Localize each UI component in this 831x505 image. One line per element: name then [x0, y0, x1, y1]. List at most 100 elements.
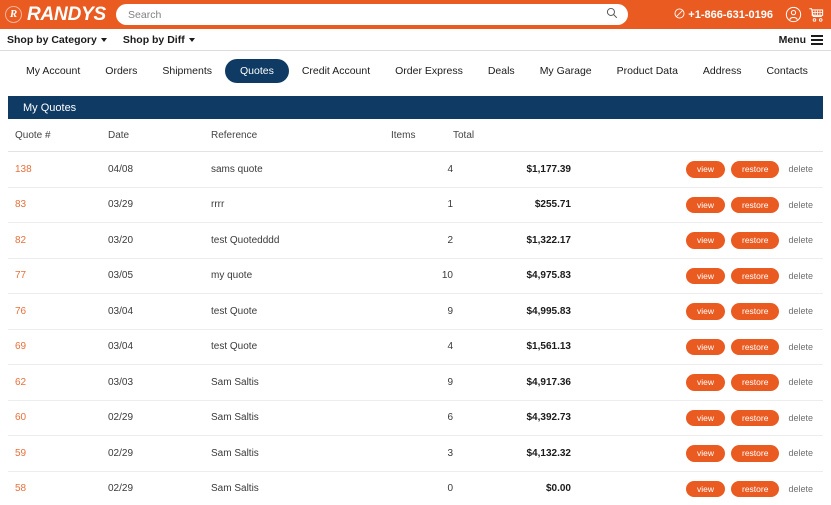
cell-actions: view restore delete — [571, 258, 823, 294]
cell-reference: my quote — [211, 258, 391, 294]
cell-items: 2 — [391, 222, 453, 259]
restore-button[interactable]: restore — [731, 445, 780, 462]
table-row: 58 02/29 Sam Saltis 0 $0.00 view restore delete — [8, 471, 823, 505]
tab-orders[interactable]: Orders — [93, 60, 149, 83]
cart-icon[interactable] — [808, 6, 825, 23]
search-icon[interactable] — [606, 6, 618, 24]
quote-number-link[interactable]: 77 — [15, 270, 26, 281]
tab-shipments[interactable]: Shipments — [150, 60, 224, 83]
quote-number-link[interactable]: 69 — [15, 341, 26, 352]
delete-link[interactable]: delete — [788, 448, 813, 458]
delete-link[interactable]: delete — [788, 235, 813, 245]
view-button[interactable]: view — [685, 409, 725, 426]
cell-date: 03/29 — [108, 187, 211, 223]
site-logo[interactable]: R RANDYS — [5, 4, 116, 26]
column-header-total[interactable]: Total — [453, 119, 571, 152]
cell-actions: view restore delete — [571, 293, 823, 330]
row-actions: view restore delete — [571, 338, 815, 355]
view-button[interactable]: view — [685, 374, 725, 391]
chevron-down-icon — [100, 37, 107, 42]
view-button[interactable]: view — [685, 267, 725, 284]
quote-number-link[interactable]: 58 — [15, 483, 26, 494]
cell-total: $0.00 — [453, 471, 571, 505]
tab-my-garage[interactable]: My Garage — [528, 60, 604, 83]
header-icon-group — [785, 6, 825, 23]
tab-address[interactable]: Address — [691, 60, 754, 83]
delete-link[interactable]: delete — [788, 271, 813, 281]
tab-quotes[interactable]: Quotes — [224, 58, 289, 84]
quote-number-link[interactable]: 76 — [15, 306, 26, 317]
menu-toggle[interactable]: Menu — [779, 34, 823, 46]
cell-items: 9 — [391, 293, 453, 330]
delete-link[interactable]: delete — [788, 484, 813, 494]
cell-quote-number: 62 — [8, 364, 108, 401]
restore-button[interactable]: restore — [731, 267, 780, 284]
column-header-quote[interactable]: Quote # — [8, 119, 108, 152]
account-icon[interactable] — [785, 6, 802, 23]
view-button[interactable]: view — [685, 196, 725, 213]
quote-number-link[interactable]: 60 — [15, 412, 26, 423]
restore-button[interactable]: restore — [731, 161, 780, 178]
quote-number-link[interactable]: 83 — [15, 199, 26, 210]
delete-link[interactable]: delete — [788, 342, 813, 352]
cell-quote-number: 58 — [8, 471, 108, 505]
column-header-items[interactable]: Items — [391, 119, 453, 152]
delete-link[interactable]: delete — [788, 413, 813, 423]
restore-button[interactable]: restore — [731, 374, 780, 391]
cell-date: 03/03 — [108, 364, 211, 401]
chevron-down-icon — [188, 37, 195, 42]
delete-link[interactable]: delete — [788, 377, 813, 387]
tab-deals[interactable]: Deals — [476, 60, 527, 83]
delete-link[interactable]: delete — [788, 200, 813, 210]
search-box[interactable] — [116, 4, 629, 25]
cell-date: 03/20 — [108, 222, 211, 259]
view-button[interactable]: view — [685, 232, 725, 249]
cell-total: $4,392.73 — [453, 400, 571, 436]
panel-header: My Quotes — [8, 96, 823, 119]
view-button[interactable]: view — [685, 480, 725, 497]
tab-credit-account[interactable]: Credit Account — [290, 60, 382, 83]
search-input[interactable] — [128, 8, 607, 21]
shop-by-category-dropdown[interactable]: Shop by Category — [7, 34, 107, 46]
column-header-date[interactable]: Date — [108, 119, 211, 152]
view-button[interactable]: view — [685, 338, 725, 355]
tab-product-data[interactable]: Product Data — [605, 60, 690, 83]
column-header-reference[interactable]: Reference — [211, 119, 391, 152]
tab-my-account[interactable]: My Account — [14, 60, 92, 83]
restore-button[interactable]: restore — [731, 480, 780, 497]
table-row: 62 03/03 Sam Saltis 9 $4,917.36 view restore de… — [8, 364, 823, 401]
quote-number-link[interactable]: 59 — [15, 448, 26, 459]
tab-order-express[interactable]: Order Express — [383, 60, 475, 83]
delete-link[interactable]: delete — [788, 164, 813, 174]
support-phone[interactable]: +1-866-631-0196 — [674, 8, 773, 22]
restore-button[interactable]: restore — [731, 303, 780, 320]
tab-contacts[interactable]: Contacts — [754, 60, 819, 83]
cell-total: $1,322.17 — [453, 222, 571, 259]
shop-by-diff-dropdown[interactable]: Shop by Diff — [123, 34, 195, 46]
hamburger-icon — [811, 34, 823, 45]
total-value: $4,995.83 — [526, 305, 572, 317]
view-button[interactable]: view — [685, 303, 725, 320]
cell-items: 4 — [391, 151, 453, 188]
restore-button[interactable]: restore — [731, 232, 780, 249]
view-button[interactable]: view — [685, 161, 725, 178]
quote-number-link[interactable]: 82 — [15, 235, 26, 246]
total-value: $4,975.83 — [526, 270, 572, 282]
menu-label: Menu — [778, 33, 806, 46]
cell-total: $1,177.39 — [453, 151, 571, 188]
cell-actions: view restore delete — [571, 400, 823, 436]
delete-link[interactable]: delete — [788, 306, 813, 316]
quote-number-link[interactable]: 138 — [15, 164, 32, 175]
view-button[interactable]: view — [685, 445, 725, 462]
quote-number-link[interactable]: 62 — [15, 377, 26, 388]
restore-button[interactable]: restore — [731, 196, 780, 213]
quotes-table-head: Quote # Date Reference Items Total — [8, 119, 823, 152]
quotes-content: My Quotes Quote # Date Reference Items T… — [0, 91, 831, 505]
account-tabs: My Account Orders Shipments Quotes Credit Ac… — [0, 51, 831, 91]
row-actions: view restore delete — [571, 267, 815, 284]
cell-quote-number: 77 — [8, 258, 108, 294]
restore-button[interactable]: restore — [731, 409, 780, 426]
restore-button[interactable]: restore — [731, 338, 780, 355]
tab-my-cards[interactable]: My Cards — [821, 60, 831, 83]
site-header: R RANDYS +1-866-631-0196 — [0, 0, 831, 29]
